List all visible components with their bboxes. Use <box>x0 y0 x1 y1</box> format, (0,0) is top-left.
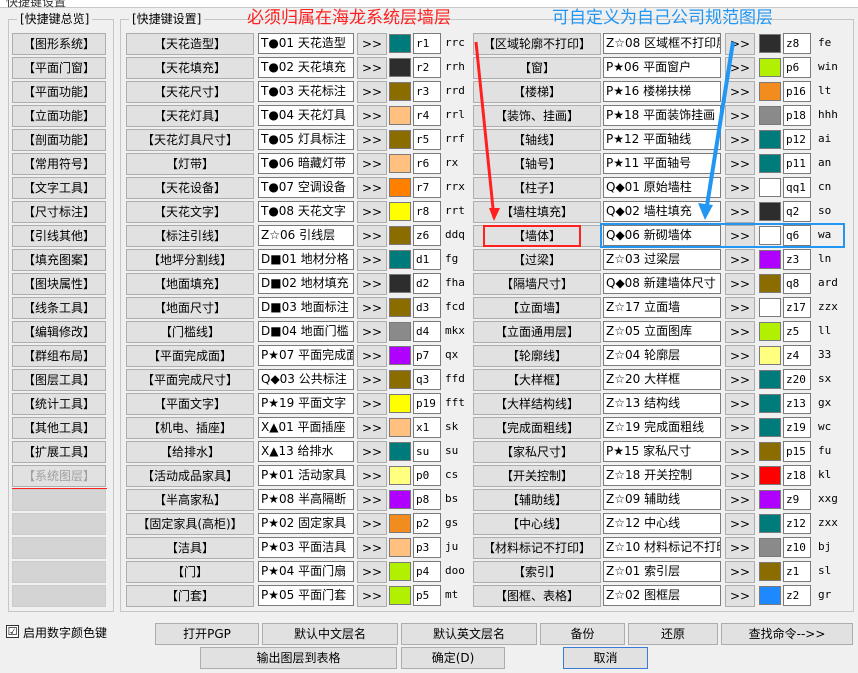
ok-button[interactable]: 确定(D) <box>401 647 505 669</box>
restore-button[interactable]: 还原 <box>628 623 718 645</box>
numeric-color-key-label: 启用数字颜色键 <box>23 626 108 640</box>
annotation-arrows <box>474 41 735 221</box>
backup-button[interactable]: 备份 <box>540 623 625 645</box>
export-layers-button[interactable]: 输出图层到表格 <box>200 647 397 669</box>
find-command-button[interactable]: 查找命令-->> <box>721 623 853 645</box>
open-pgp-button[interactable]: 打开PGP <box>155 623 259 645</box>
blue-arrow <box>704 41 735 213</box>
blue-arrow-head <box>698 203 713 220</box>
default-cn-names-button[interactable]: 默认中文层名 <box>262 623 398 645</box>
cancel-button[interactable]: 取消 <box>563 647 648 669</box>
default-en-names-button[interactable]: 默认英文层名 <box>401 623 537 645</box>
red-arrow-head <box>489 208 500 221</box>
numeric-color-key-checkbox[interactable]: ☑ <box>6 625 19 638</box>
red-arrow <box>474 41 496 219</box>
